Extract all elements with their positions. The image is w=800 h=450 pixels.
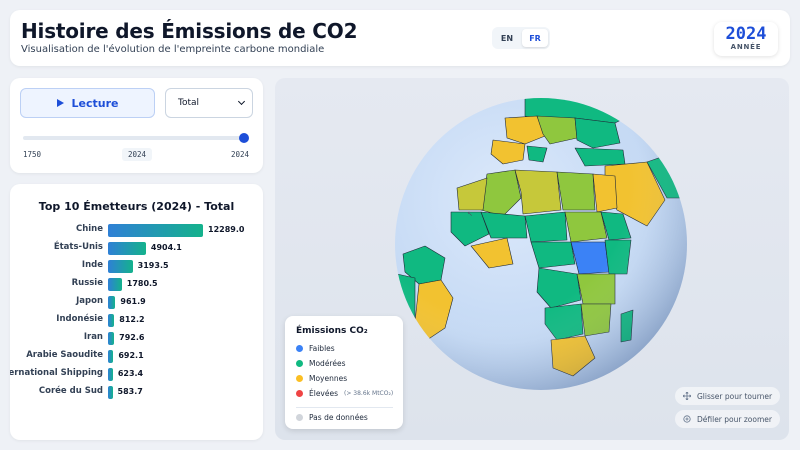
legend-item-no-data: Pas de données [296, 411, 368, 423]
metric-select-value: Total [178, 98, 200, 108]
controls-panel: Lecture Total 1750 2024 2024 [10, 78, 263, 173]
chevron-down-icon [237, 97, 246, 106]
bar-fill [108, 224, 203, 237]
legend-item-medium: Moyennes [296, 372, 347, 384]
country-name: Chine [75, 224, 103, 234]
bar-fill [108, 242, 146, 255]
legend-title: Émissions CO₂ [296, 326, 368, 336]
year-slider-thumb[interactable] [239, 133, 249, 143]
legend-item-moderate: Modérées [296, 357, 346, 369]
header: Histoire des Émissions de CO2 Visualisat… [10, 10, 790, 66]
cursor-icon: ↖ [467, 210, 473, 218]
country-name: Inde [81, 260, 103, 270]
year-label: ANNÉE [730, 43, 762, 51]
bar-value: 792.6 [119, 333, 145, 342]
bar-value: 3193.5 [137, 261, 169, 270]
scroll-hint: Défiler pour zoomer [675, 410, 780, 428]
table-row[interactable]: Russie 1780.5 [10, 277, 263, 291]
year-value: 2024 [725, 24, 767, 44]
table-row[interactable]: International Shipping 623.4 [10, 367, 263, 381]
move-icon [683, 392, 691, 400]
country-name: Arabie Saoudite [26, 350, 103, 360]
bar-value: 1780.5 [126, 279, 158, 288]
language-switcher: EN FR [492, 27, 550, 49]
bar-fill [108, 278, 122, 291]
globe-shading [395, 98, 687, 390]
year-slider-track[interactable] [23, 136, 245, 140]
top-emitters-title: Top 10 Émetteurs (2024) - Total [38, 200, 235, 213]
year-display: 2024 ANNÉE [714, 22, 778, 56]
drag-hint: Glisser pour tourner [675, 387, 781, 405]
bar-fill [108, 350, 114, 363]
table-row[interactable]: Indonésie 812.2 [10, 313, 263, 327]
bar-fill [108, 296, 116, 309]
legend-divider [296, 407, 393, 408]
country-name: Russie [71, 278, 103, 288]
bar-value: 583.7 [117, 387, 143, 396]
table-row[interactable]: Corée du Sud 583.7 [10, 385, 263, 399]
slider-current-label: 2024 [122, 148, 153, 161]
legend-dot [296, 389, 303, 397]
legend-threshold-note: (> 38.6k MtCO₂) [344, 389, 394, 397]
lang-fr-button[interactable]: FR [522, 29, 548, 47]
emissions-legend: Émissions CO₂ Faibles Modérées Moyennes … [285, 316, 403, 429]
country-name: Japon [76, 296, 103, 306]
play-button-label: Lecture [71, 96, 119, 110]
bar-value: 692.1 [118, 351, 144, 360]
play-icon [56, 99, 64, 107]
legend-dot [296, 359, 303, 367]
bar-value: 4904.1 [150, 243, 182, 252]
bar-value: 961.9 [120, 297, 146, 306]
legend-item-high: Élevées (> 38.6k MtCO₂) [296, 387, 393, 399]
legend-dot [296, 374, 303, 382]
page-subtitle: Visualisation de l'évolution de l'emprei… [21, 44, 325, 55]
globe-panel: ↖ Émissions CO₂ Faibles Modérées Moyenne… [275, 78, 789, 440]
bar-fill [108, 314, 115, 327]
country-name: Corée du Sud [38, 386, 103, 396]
bar-fill [108, 386, 113, 399]
bar-value: 812.2 [119, 315, 145, 324]
table-row[interactable]: Chine 12289.0 [10, 223, 263, 237]
page-title: Histoire des Émissions de CO2 [21, 19, 358, 43]
table-row[interactable]: Japon 961.9 [10, 295, 263, 309]
table-row[interactable]: Inde 3193.5 [10, 259, 263, 273]
country-name: International Shipping [10, 368, 103, 378]
country-name: États-Unis [53, 242, 103, 252]
bar-fill [108, 332, 115, 345]
legend-item-low: Faibles [296, 342, 335, 354]
metric-select[interactable]: Total [165, 88, 253, 118]
country-shape [475, 396, 595, 418]
legend-dot [296, 344, 303, 352]
slider-max-label: 2024 [231, 150, 250, 159]
bar-fill [108, 368, 113, 381]
play-button[interactable]: Lecture [20, 88, 155, 118]
table-row[interactable]: Arabie Saoudite 692.1 [10, 349, 263, 363]
top-emitters-panel: Top 10 Émetteurs (2024) - Total Chine 12… [10, 184, 263, 440]
table-row[interactable]: États-Unis 4904.1 [10, 241, 263, 255]
lang-en-button[interactable]: EN [494, 29, 520, 47]
country-name: Iran [83, 332, 103, 342]
table-row[interactable]: Iran 792.6 [10, 331, 263, 345]
bar-value: 12289.0 [208, 225, 245, 234]
bar-value: 623.4 [117, 369, 144, 378]
zoom-icon [683, 415, 691, 423]
country-name: Indonésie [56, 314, 103, 324]
legend-dot [296, 413, 303, 421]
slider-min-label: 1750 [23, 150, 42, 159]
bar-fill [108, 260, 133, 273]
